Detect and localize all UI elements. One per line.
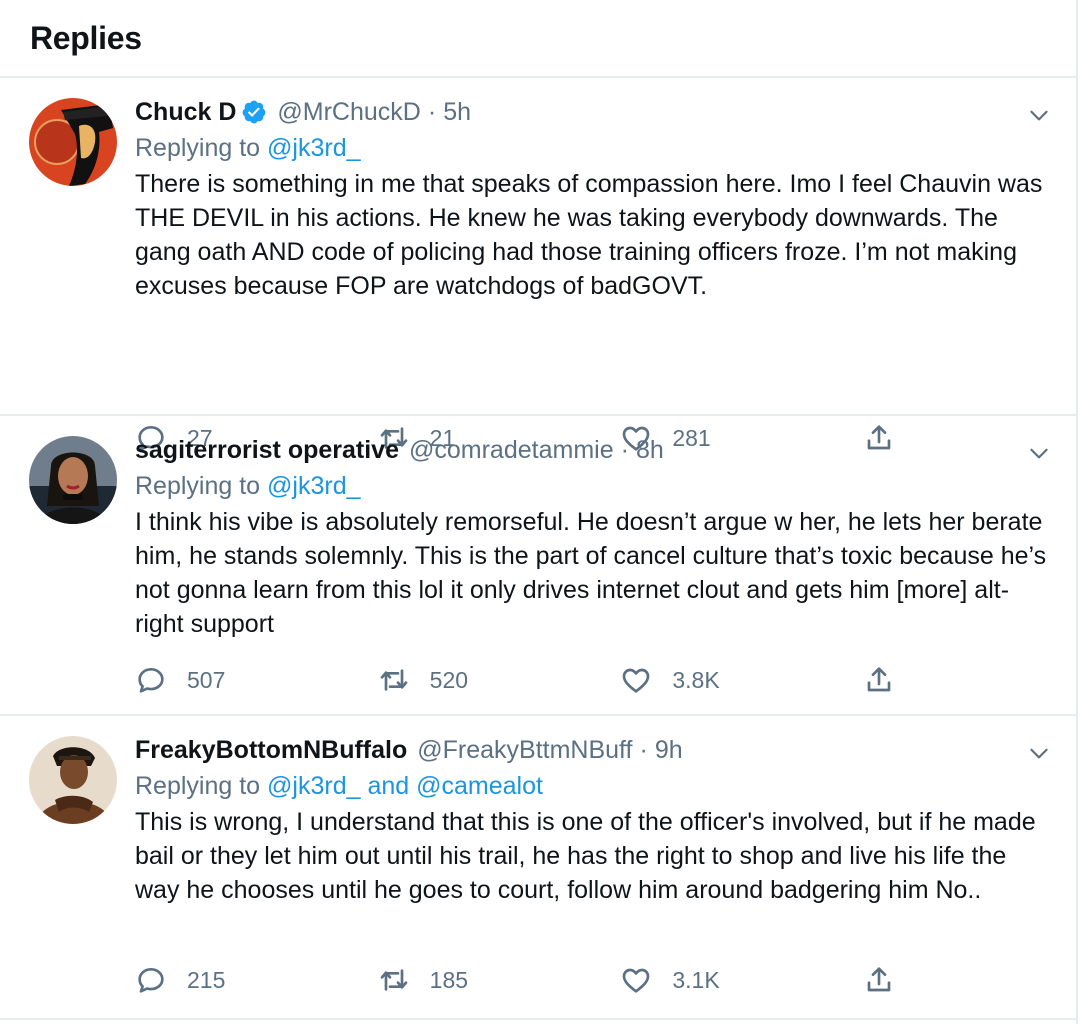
tweet-text: This is wrong, I understand that this is… [135,808,1036,904]
like-count: 3.1K [672,966,720,993]
reply-button[interactable]: 507 [135,664,378,696]
replies-panel: Replies Chuck D @MrChuckD · 5h Replying … [0,0,1078,1024]
mention-link[interactable]: @jk3rd_ [267,134,360,162]
display-name[interactable]: sagiterrorist operative [135,436,399,465]
chevron-down-icon[interactable] [1026,102,1052,128]
reply-icon [138,668,164,693]
user-handle[interactable]: @FreakyBttmNBuff [417,736,632,765]
tweet-actions: 215 185 3.1K [135,964,915,996]
timestamp[interactable]: 8h [636,436,664,465]
share-button[interactable] [863,964,915,996]
retweet-count: 185 [429,966,469,993]
share-icon [867,967,891,992]
retweet-button[interactable]: 520 [378,664,621,696]
reply-tweet[interactable]: sagiterrorist operative @comradetammie ·… [0,416,1076,716]
mention-link[interactable]: @jk3rd_ and @camealot [267,772,543,800]
chevron-down-icon[interactable] [1026,740,1052,766]
page-title: Replies [30,19,142,56]
chevron-down-icon[interactable] [1026,440,1052,466]
heart-icon [623,668,650,693]
avatar[interactable] [29,736,117,824]
tweet-text: There is something in me that speaks of … [135,170,1043,300]
retweet-icon [380,669,408,691]
reply-icon [138,968,164,993]
verified-badge-icon [243,100,266,124]
retweet-count: 520 [429,666,469,693]
tweet-actions: 507 520 3.8K [135,664,915,696]
retweet-icon [380,969,408,991]
avatar[interactable] [29,98,117,186]
display-name[interactable]: FreakyBottomNBuffalo [135,736,407,765]
like-button[interactable]: 3.1K [620,964,863,996]
share-icon [867,667,891,692]
replying-to: Replying to @jk3rd_ [135,472,361,500]
like-count: 3.8K [672,666,720,693]
replies-header: Replies [0,0,1076,78]
mention-link[interactable]: @jk3rd_ [267,472,360,500]
display-name[interactable]: Chuck D [135,98,236,127]
reply-button[interactable]: 215 [135,964,378,996]
avatar[interactable] [29,436,117,524]
like-button[interactable]: 3.8K [620,664,863,696]
reply-tweet[interactable]: Chuck D @MrChuckD · 5h Replying to @jk3r… [0,78,1076,451]
replying-to: Replying to @jk3rd_ and @camealot [135,772,543,800]
reply-tweet[interactable]: FreakyBottomNBuffalo @FreakyBttmNBuff · … [0,716,1076,1020]
replying-to: Replying to @jk3rd_ [135,134,361,162]
heart-icon [623,968,650,993]
timestamp[interactable]: 9h [655,736,683,765]
tweet-text: I think his vibe is absolutely remorsefu… [135,508,1047,638]
timestamp[interactable]: 5h [443,98,471,127]
user-handle[interactable]: @comradetammie [409,436,614,465]
retweet-button[interactable]: 185 [378,964,621,996]
user-handle[interactable]: @MrChuckD [277,98,420,127]
reply-count: 507 [187,666,226,693]
share-button[interactable] [863,664,915,696]
reply-count: 215 [187,966,226,993]
